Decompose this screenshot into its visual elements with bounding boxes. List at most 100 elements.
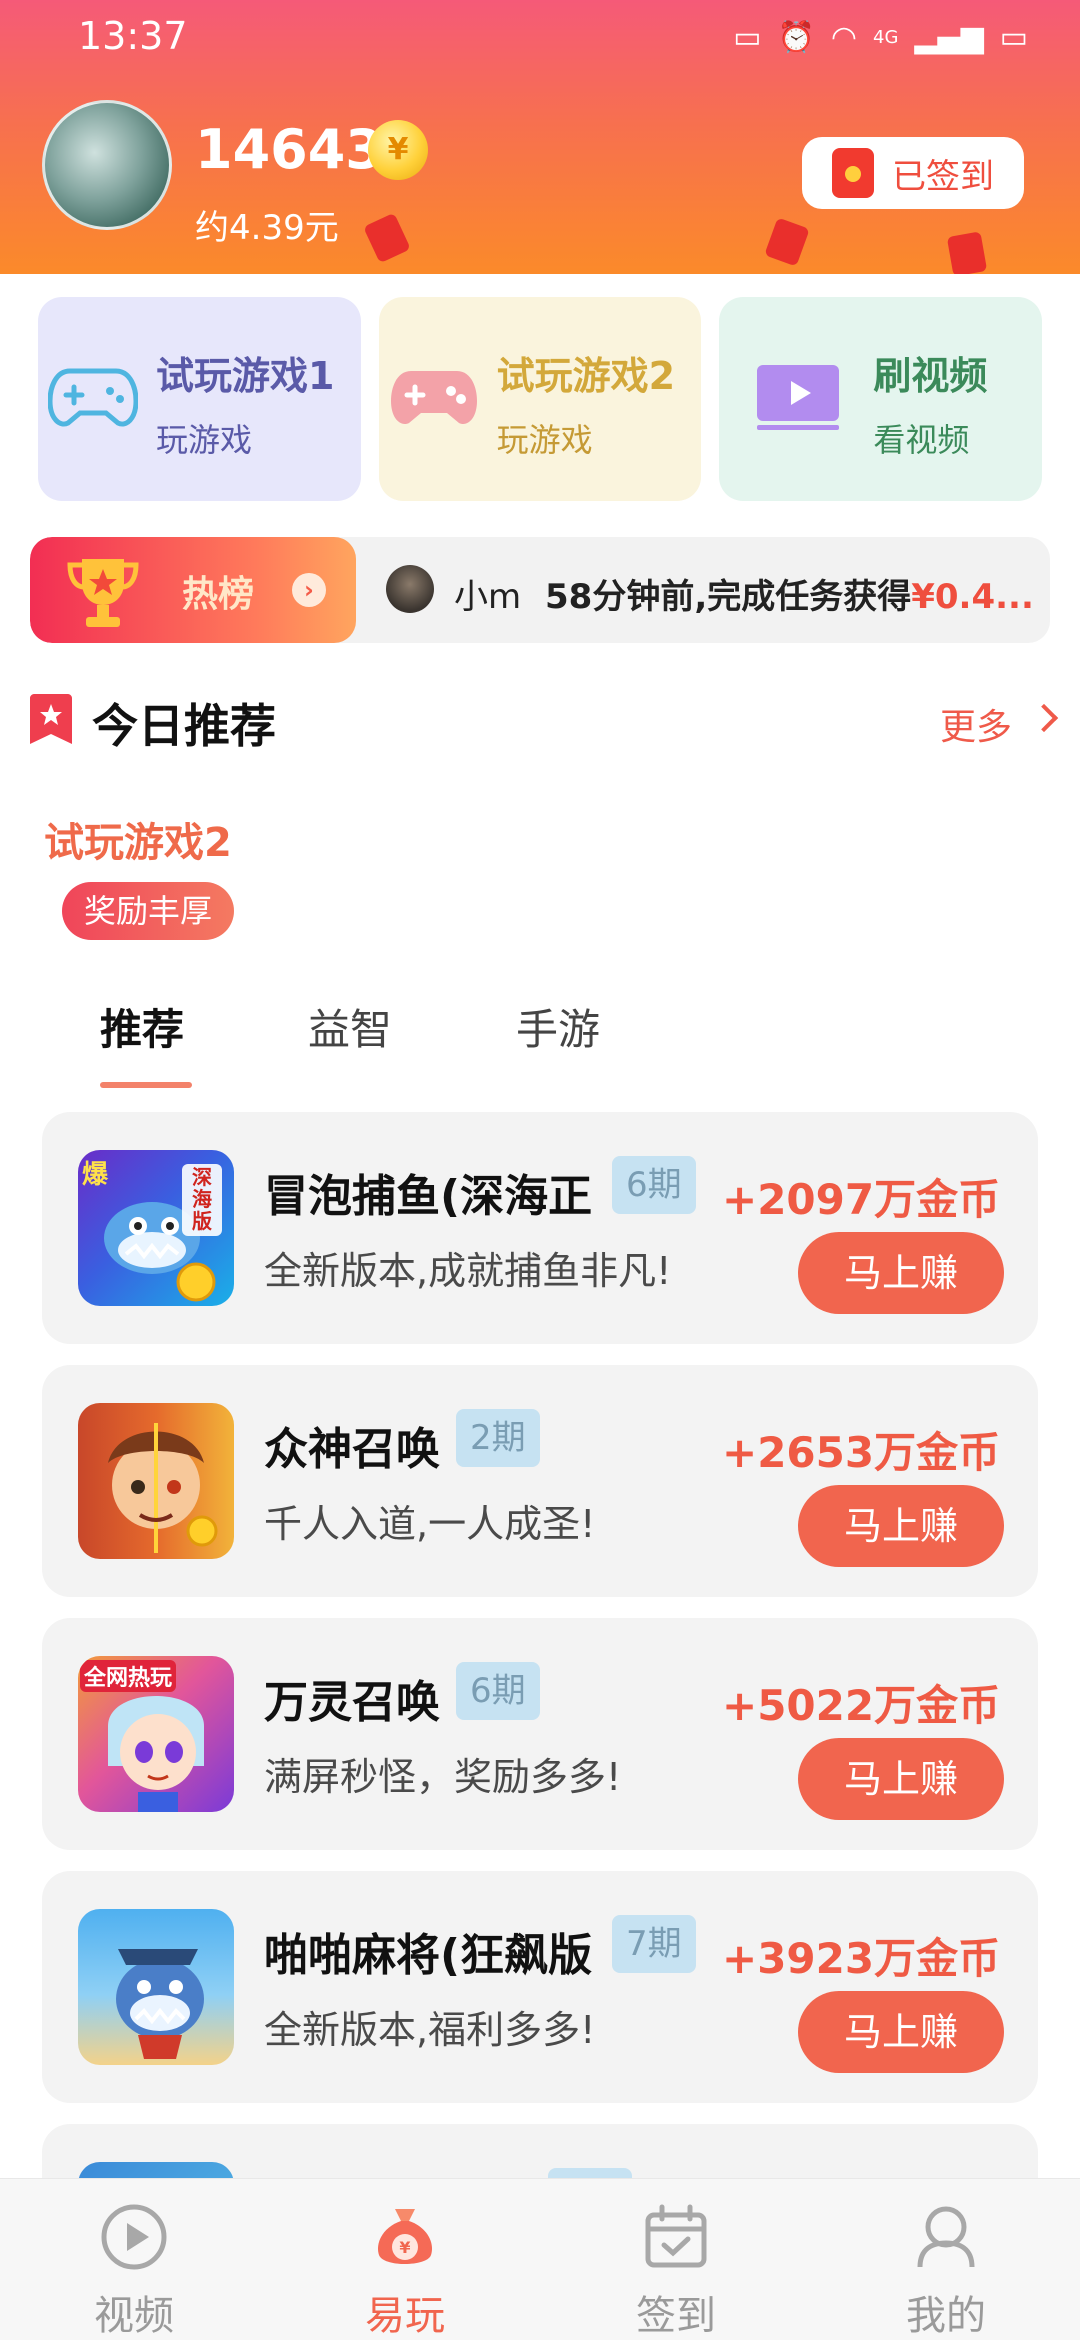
period-badge: 7期	[612, 1915, 696, 1973]
chevron-right-icon: ›	[292, 573, 326, 607]
trophy-icon	[67, 559, 139, 627]
nav-profile[interactable]: 我的	[846, 2179, 1046, 2340]
cast-icon: ▭	[733, 20, 762, 55]
game-reward: +3923万金币	[722, 1934, 1001, 1983]
card-trial-game-2[interactable]: 试玩游戏2 玩游戏	[378, 297, 702, 501]
shark-icon	[116, 1949, 204, 2059]
svg-text:¥: ¥	[399, 2238, 410, 2257]
coin-icon: ¥	[368, 120, 428, 180]
game-name: 啪啪麻将(狂飙版	[264, 1930, 593, 1981]
card-trial-game-1[interactable]: 试玩游戏1 玩游戏	[38, 297, 361, 501]
game-name: 冒泡捕鱼(深海正	[264, 1171, 593, 1222]
card-title: 刷视频	[873, 354, 988, 398]
tab-puzzle[interactable]: 益智	[308, 996, 392, 1057]
game-icon-spirits: 全网热玩	[78, 1656, 234, 1812]
reward-badge: 奖励丰厚	[62, 882, 234, 940]
game-card[interactable]: 众神召唤 2期 +2653万金币 千人入道,一人成圣! 马上赚	[42, 1365, 1038, 1597]
status-bar: 13:37 ▭ ⏰ ◠ 4G ▂▄▆ ▭	[0, 0, 1080, 80]
nav-label: 易玩	[365, 2293, 445, 2339]
nav-easy-play[interactable]: ¥ 易玩	[305, 2179, 505, 2340]
card-subtitle: 看视频	[873, 421, 970, 459]
nav-label: 签到	[636, 2293, 716, 2339]
red-packet-decoration	[946, 231, 988, 274]
ticker-username: 小m	[454, 577, 522, 617]
game-description: 千人入道,一人成圣!	[264, 1502, 596, 1546]
cash-estimate: 约4.39元	[195, 208, 339, 248]
card-title: 试玩游戏1	[156, 354, 335, 398]
video-icon	[757, 365, 840, 430]
character-icon	[108, 1423, 218, 1553]
tab-active-indicator	[100, 1082, 192, 1088]
signal-icon: ▂▄▆	[914, 20, 984, 55]
game-icon-fishing: 爆 深海版	[78, 1150, 234, 1306]
game-card[interactable]: 啪啪麻将(狂飙版 7期 +3923万金币 全新版本,福利多多! 马上赚	[42, 1871, 1038, 2103]
nav-checkin[interactable]: 签到	[576, 2179, 776, 2340]
more-link[interactable]: 更多	[940, 698, 1012, 750]
status-time: 13:37	[78, 14, 188, 58]
earn-now-button[interactable]: 马上赚	[798, 1738, 1004, 1820]
period-badge: 2期	[456, 1409, 540, 1467]
user-icon	[917, 2206, 975, 2268]
earn-now-button[interactable]: 马上赚	[798, 1232, 1004, 1314]
nav-label: 视频	[94, 2293, 174, 2339]
battery-icon: ▭	[999, 20, 1028, 55]
earn-now-button[interactable]: 马上赚	[798, 1485, 1004, 1567]
hot-list-label: 热榜	[182, 574, 255, 615]
card-title: 试玩游戏2	[496, 354, 676, 398]
signin-button[interactable]: 已签到	[802, 137, 1024, 209]
chevron-right-icon[interactable]	[1029, 703, 1059, 733]
ticker-message-text: 58分钟前,完成任务获得	[545, 577, 912, 617]
period-badge: 6期	[612, 1156, 696, 1214]
game-description: 全新版本,成就捕鱼非凡!	[264, 1249, 672, 1293]
ticker-amount: ¥0.4...	[911, 577, 1034, 617]
nav-label: 我的	[906, 2293, 986, 2339]
play-circle-icon	[101, 2204, 167, 2270]
red-packet-decoration	[764, 217, 810, 267]
network-label: 4G	[873, 27, 899, 48]
red-packet-decoration	[363, 212, 411, 264]
game-icon-tag: 全网热玩	[80, 1660, 177, 1692]
hot-list-button[interactable]: 热榜 ›	[30, 537, 356, 643]
gamepad-icon	[390, 371, 477, 425]
tab-mobile-games[interactable]: 手游	[516, 996, 600, 1057]
money-bag-icon: ¥	[377, 2209, 433, 2264]
feature-cards: 试玩游戏1 玩游戏 试玩游戏2 玩游戏 刷视频 看视频	[38, 297, 1043, 501]
hot-ticker[interactable]: 热榜 › 小m 58分钟前,完成任务获得¥0.4...	[30, 537, 1050, 643]
signin-label: 已签到	[892, 156, 994, 197]
bottom-navigation: 视频 ¥ 易玩 签到 我的	[0, 2178, 1080, 2340]
app-screen: 13:37 ▭ ⏰ ◠ 4G ▂▄▆ ▭ 14643 ¥ 约4.39元 已签到	[0, 0, 1080, 2340]
game-reward: +5022万金币	[722, 1681, 1001, 1730]
game-card[interactable]: 全网热玩 万灵召唤 6期 +5022万金币 满屏秒怪，奖励多多! 马上赚	[42, 1618, 1038, 1850]
avatar[interactable]	[42, 100, 172, 230]
bookmark-star-icon	[30, 694, 72, 744]
nav-video[interactable]: 视频	[34, 2179, 234, 2340]
game-icon-gods	[78, 1403, 234, 1559]
card-watch-video[interactable]: 刷视频 看视频	[719, 297, 1043, 501]
ticker-message: 58分钟前,完成任务获得¥0.4...	[545, 569, 1050, 618]
tab-recommend[interactable]: 推荐	[100, 996, 184, 1057]
coin-balance: 14643	[195, 118, 383, 181]
game-reward: +2653万金币	[722, 1428, 1001, 1477]
period-badge: 6期	[456, 1662, 540, 1720]
game-name: 众神召唤	[264, 1424, 440, 1475]
section-title: 今日推荐	[92, 699, 276, 753]
header-banner: 13:37 ▭ ⏰ ◠ 4G ▂▄▆ ▭ 14643 ¥ 约4.39元 已签到	[0, 0, 1080, 274]
wifi-icon: ◠	[830, 20, 858, 55]
game-icon-tag: 爆	[82, 1160, 109, 1190]
red-packet-icon	[832, 148, 874, 198]
recommend-title: 试玩游戏2	[44, 820, 232, 866]
earn-now-button[interactable]: 马上赚	[798, 1991, 1004, 2073]
game-description: 满屏秒怪，奖励多多!	[264, 1755, 622, 1799]
status-icons: ▭ ⏰ ◠ 4G ▂▄▆ ▭	[733, 18, 1028, 58]
user-avatar	[386, 565, 434, 613]
game-name: 万灵召唤	[264, 1677, 440, 1728]
game-reward: +2097万金币	[722, 1175, 1001, 1224]
gamepad-icon	[48, 368, 138, 427]
game-card[interactable]: 爆 深海版 冒泡捕鱼(深海正 6期 +2097万金币 全新版本,成就捕鱼非凡! …	[42, 1112, 1038, 1344]
game-icon-mahjong	[78, 1909, 234, 2065]
alarm-icon: ⏰	[777, 20, 815, 55]
category-tabs: 推荐 益智 手游	[0, 996, 1080, 1096]
calendar-check-icon	[645, 2204, 707, 2268]
game-description: 全新版本,福利多多!	[264, 2008, 596, 2052]
game-icon-tag: 深海版	[192, 1165, 212, 1233]
